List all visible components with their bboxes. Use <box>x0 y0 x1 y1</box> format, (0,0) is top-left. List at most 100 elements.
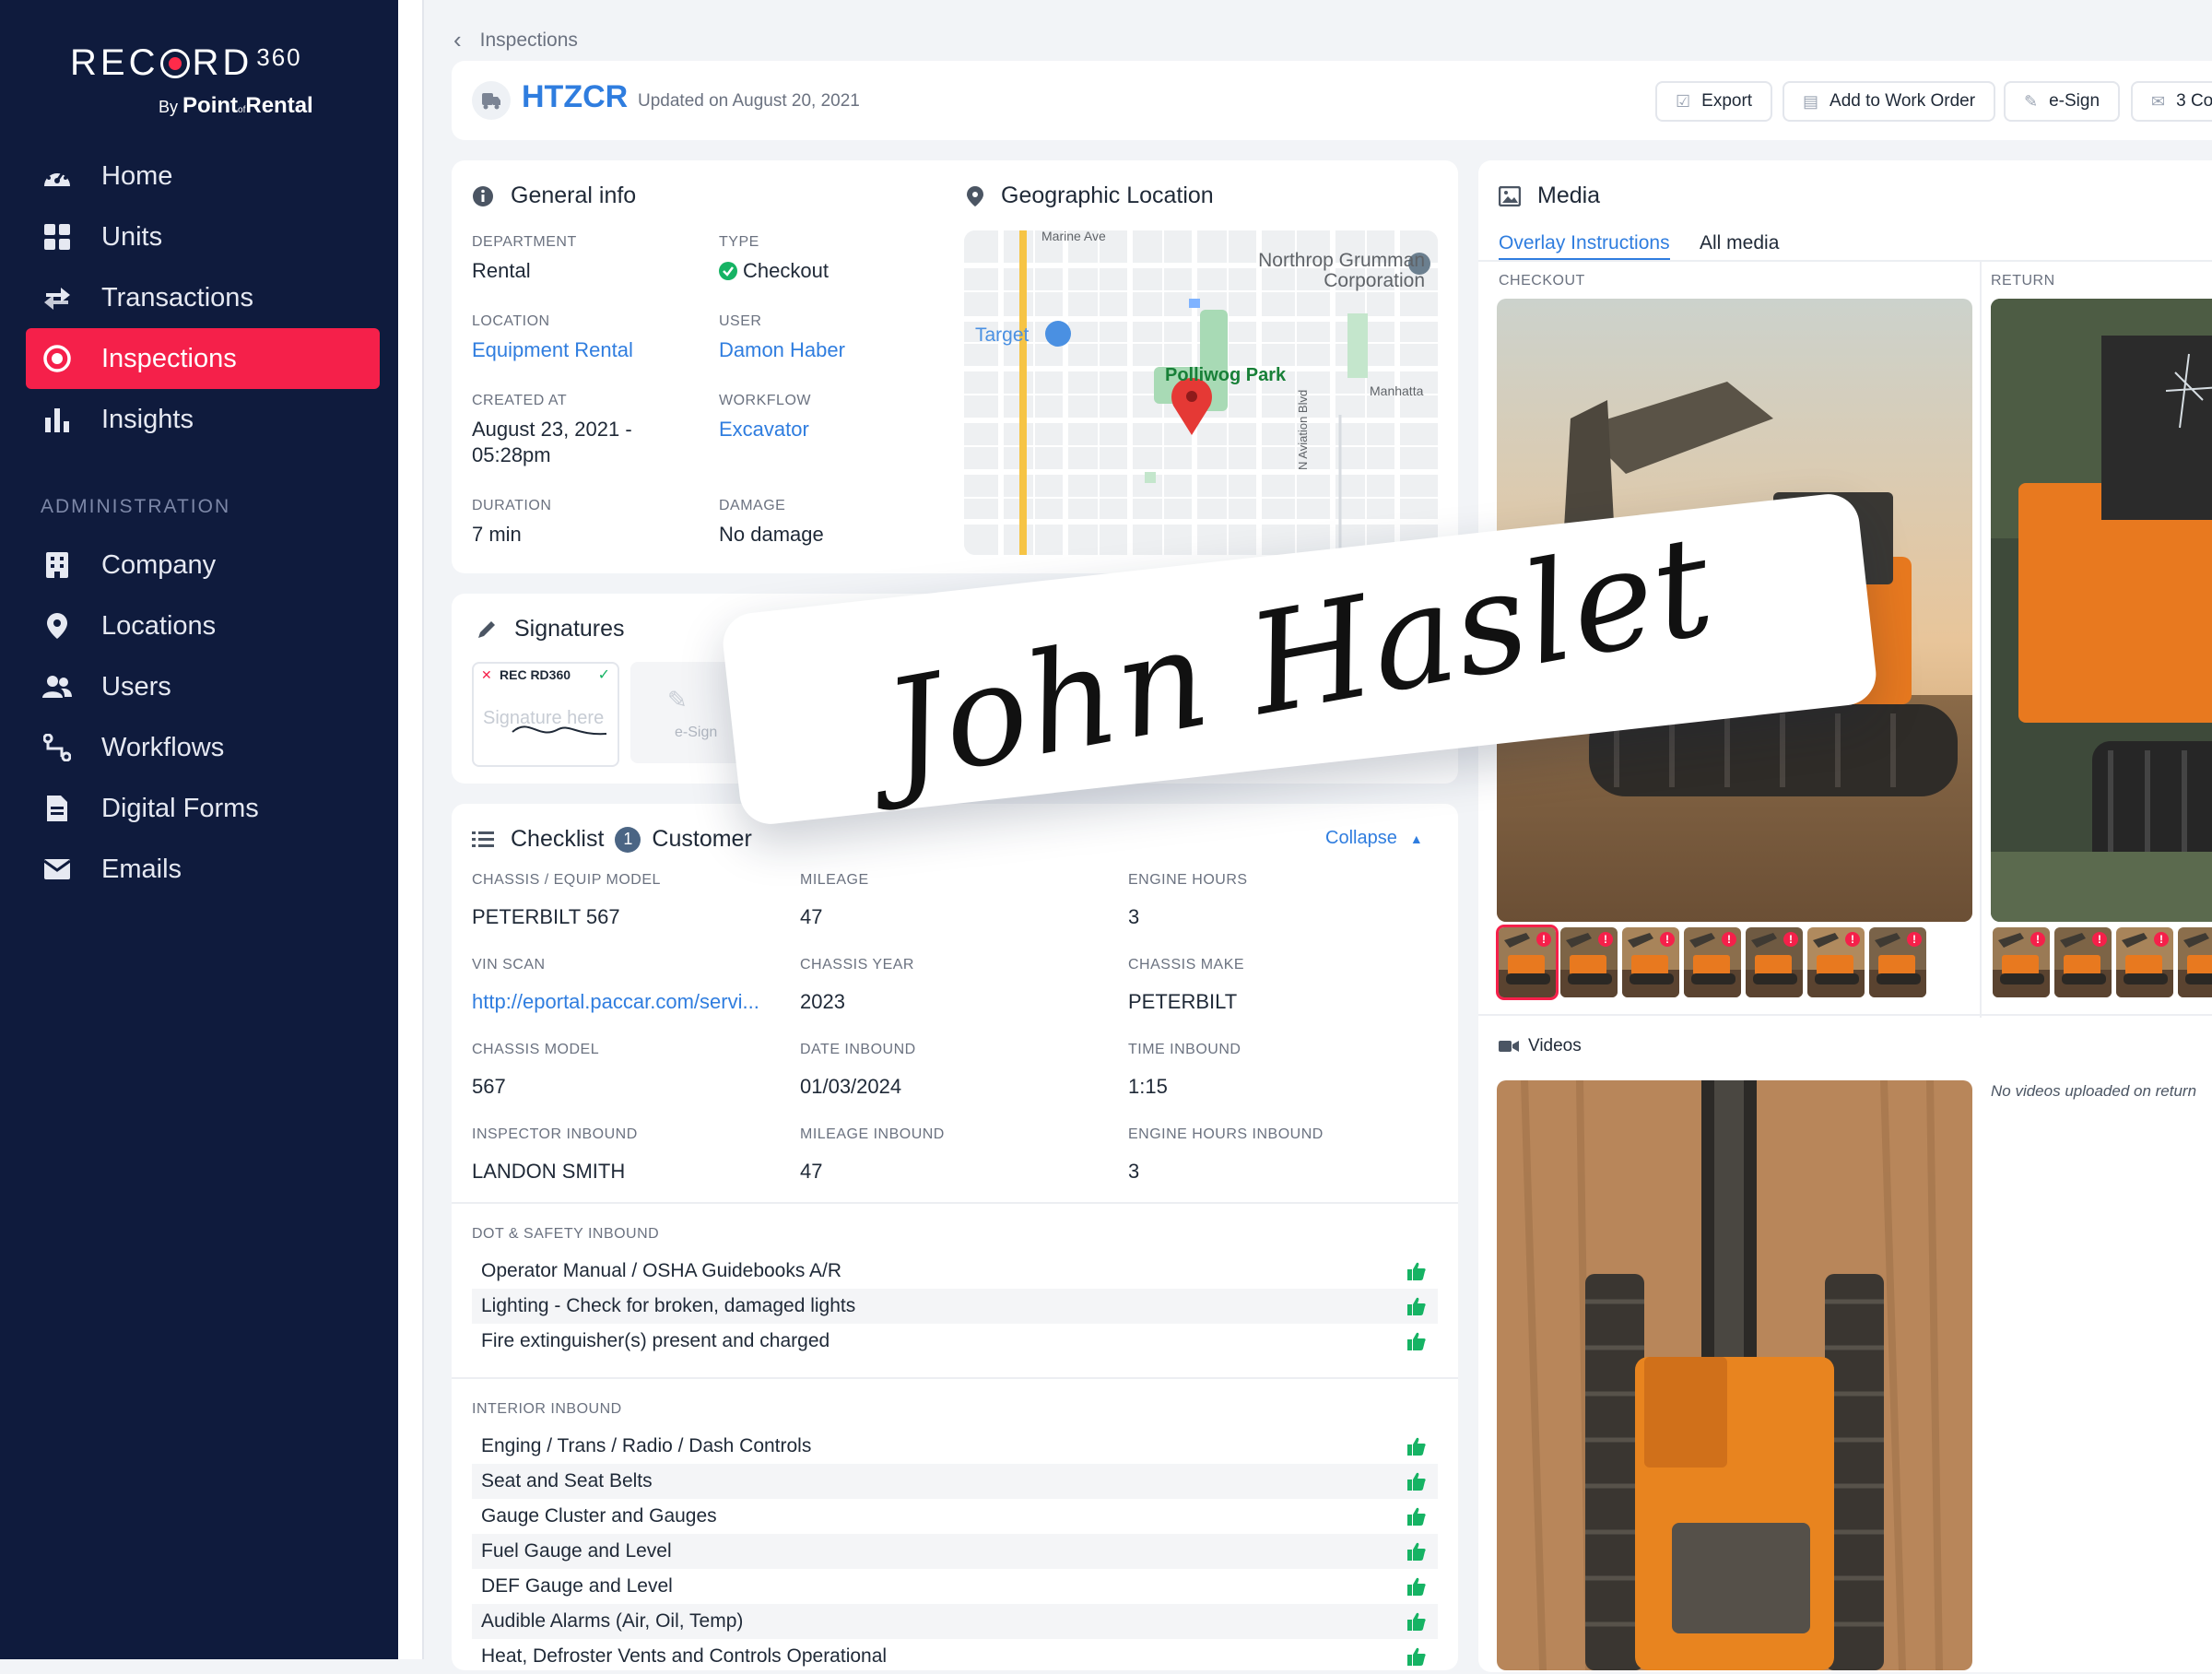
video-thumbnail[interactable] <box>1497 1080 1972 1670</box>
general-info-title: General info <box>472 183 636 209</box>
workflow-link[interactable]: Excavator <box>719 417 811 442</box>
map-poi-northrop: Northrop Grumman Corporation <box>1231 251 1425 291</box>
media-thumbnail[interactable]: ! <box>1496 925 1559 1000</box>
confirm-check-icon[interactable]: ✓ <box>598 666 610 684</box>
thumbs-up-icon[interactable] <box>1406 1576 1427 1602</box>
media-thumbnail[interactable]: ! <box>1560 927 1618 997</box>
remove-icon[interactable]: ✕ <box>481 667 492 683</box>
checklist-item[interactable]: Enging / Trans / Radio / Dash Controls <box>472 1429 1438 1464</box>
checklist-field: DATE INBOUND 01/03/2024 <box>800 1042 1104 1099</box>
thumbs-up-icon[interactable] <box>1406 1261 1427 1287</box>
media-thumbnail[interactable]: ! <box>1869 927 1926 997</box>
signature-thumbnail[interactable]: ✕ REC RD360 ✓ Signature here <box>472 662 619 767</box>
checkout-label: CHECKOUT <box>1499 273 1585 289</box>
created-time: 05:28pm <box>472 443 551 466</box>
nav-item-units[interactable]: Units <box>26 206 380 267</box>
checklist-subtitle: Customer <box>652 826 752 852</box>
map-street-marine-ave: Marine Ave <box>1041 230 1106 243</box>
nav-label-home: Home <box>101 160 173 191</box>
media-thumbnail[interactable]: ! <box>2178 927 2212 997</box>
checklist-item[interactable]: Fire extinguisher(s) present and charged <box>472 1324 1438 1359</box>
updated-date: Updated on August 20, 2021 <box>638 91 860 111</box>
checklist-item[interactable]: Gauge Cluster and Gauges <box>472 1499 1438 1534</box>
media-thumbnail[interactable]: ! <box>1807 927 1865 997</box>
checklist-field: INSPECTOR INBOUND LANDON SMITH <box>472 1126 776 1184</box>
location-link[interactable]: Equipment Rental <box>472 337 633 363</box>
created-value: August 23, 2021 - 05:28pm <box>472 417 632 468</box>
collapse-button[interactable]: Collapse ▲ <box>1325 828 1423 849</box>
checklist-item[interactable]: DEF Gauge and Level <box>472 1569 1438 1604</box>
media-thumbnail[interactable]: ! <box>1746 927 1803 997</box>
workflow-field: WORKFLOW Excavator <box>719 393 811 442</box>
checklist-field-value: 2023 <box>800 990 845 1013</box>
checklist-field-label: TIME INBOUND <box>1128 1042 1241 1057</box>
department-field: DEPARTMENT Rental <box>472 234 577 284</box>
location-map[interactable]: Marine Ave Northrop Grumman Corporation … <box>964 230 1438 555</box>
thumbs-up-icon[interactable] <box>1406 1436 1427 1462</box>
nav-item-insights[interactable]: Insights <box>26 389 380 450</box>
column-divider <box>1980 262 1982 1018</box>
nav-item-digital-forms[interactable]: Digital Forms <box>26 778 380 839</box>
section-divider <box>452 1202 1458 1204</box>
media-thumbnail[interactable]: ! <box>2054 927 2112 997</box>
checklist-item[interactable]: Heat, Defroster Vents and Controls Opera… <box>472 1639 1438 1674</box>
tab-all-media[interactable]: All media <box>1700 232 1779 254</box>
nav-item-users[interactable]: Users <box>26 656 380 717</box>
bar-chart-icon <box>41 403 74 436</box>
chevron-left-icon[interactable]: ‹ <box>453 26 462 54</box>
duration-label: DURATION <box>472 498 552 513</box>
tab-overlay-instructions[interactable]: Overlay Instructions <box>1499 232 1670 261</box>
nav-item-transactions[interactable]: Transactions <box>26 267 380 328</box>
comments-button[interactable]: ✉ 3 Co <box>2131 81 2212 122</box>
nav-item-home[interactable]: Home <box>26 146 380 206</box>
nav-item-workflows[interactable]: Workflows <box>26 717 380 778</box>
checklist-field: CHASSIS MAKE PETERBILT <box>1128 957 1432 1014</box>
thumbs-up-icon[interactable] <box>1406 1611 1427 1637</box>
breadcrumb[interactable]: ‹ Inspections <box>453 26 578 54</box>
thumbs-up-icon[interactable] <box>1406 1541 1427 1567</box>
thumbs-up-icon[interactable] <box>1406 1296 1427 1322</box>
signature-scribble <box>512 725 607 736</box>
checklist-field-link[interactable]: http://eportal.paccar.com/servi... <box>472 990 776 1014</box>
checklist-item[interactable]: Fuel Gauge and Level <box>472 1534 1438 1569</box>
checklist-item[interactable]: Operator Manual / OSHA Guidebooks A/R <box>472 1254 1438 1289</box>
nav-item-locations[interactable]: Locations <box>26 595 380 656</box>
nav-item-inspections[interactable]: Inspections <box>26 328 380 389</box>
thumbs-up-icon[interactable] <box>1406 1471 1427 1497</box>
nav-item-company[interactable]: Company <box>26 535 380 595</box>
duration-value: 7 min <box>472 523 522 546</box>
form-icon <box>41 792 74 825</box>
map-street-aviation: N Aviation Blvd <box>1296 389 1310 470</box>
export-button[interactable]: ☑ Export <box>1655 81 1773 122</box>
duration-field: DURATION 7 min <box>472 498 551 548</box>
esign-label: e-Sign <box>2049 91 2100 111</box>
checklist-field-value: 47 <box>800 1160 823 1183</box>
media-thumbnail[interactable]: ! <box>2116 927 2173 997</box>
thumbs-up-icon[interactable] <box>1406 1331 1427 1357</box>
checklist-item[interactable]: Audible Alarms (Air, Oil, Temp) <box>472 1604 1438 1639</box>
add-to-work-order-button[interactable]: ▤ Add to Work Order <box>1783 81 1996 122</box>
user-link[interactable]: Damon Haber <box>719 337 845 363</box>
nav-item-emails[interactable]: Emails <box>26 839 380 900</box>
media-thumbnail[interactable]: ! <box>1622 927 1679 997</box>
return-photo[interactable] <box>1991 299 2212 922</box>
signature-thumb-brand: REC RD360 <box>500 667 571 682</box>
checklist-item[interactable]: Lighting - Check for broken, damaged lig… <box>472 1289 1438 1324</box>
esign-button[interactable]: ✎ e-Sign <box>2004 81 2121 122</box>
brand-logo[interactable]: REC RD 360 By PointofRental <box>70 42 313 119</box>
media-thumbnail[interactable]: ! <box>1993 927 2050 997</box>
checklist-item[interactable]: Seat and Seat Belts <box>472 1464 1438 1499</box>
work-order-label: Add to Work Order <box>1830 91 1976 111</box>
breadcrumb-label[interactable]: Inspections <box>480 29 578 52</box>
media-thumbnail[interactable]: ! <box>1684 927 1741 997</box>
checklist-item-label: Enging / Trans / Radio / Dash Controls <box>481 1435 812 1456</box>
checklist-field-label: MILEAGE INBOUND <box>800 1126 945 1142</box>
main-nav: Home Units Transactions Inspections Insi… <box>26 146 380 900</box>
nav-label-emails: Emails <box>101 854 182 884</box>
thumbs-up-icon[interactable] <box>1406 1646 1427 1672</box>
checklist-count-badge: 1 <box>615 826 641 853</box>
thumbs-up-icon[interactable] <box>1406 1506 1427 1532</box>
checklist-field: ENGINE HOURS INBOUND 3 <box>1128 1126 1432 1184</box>
chevron-up-icon: ▲ <box>1409 831 1423 846</box>
map-poi-target: Target <box>975 324 1030 346</box>
